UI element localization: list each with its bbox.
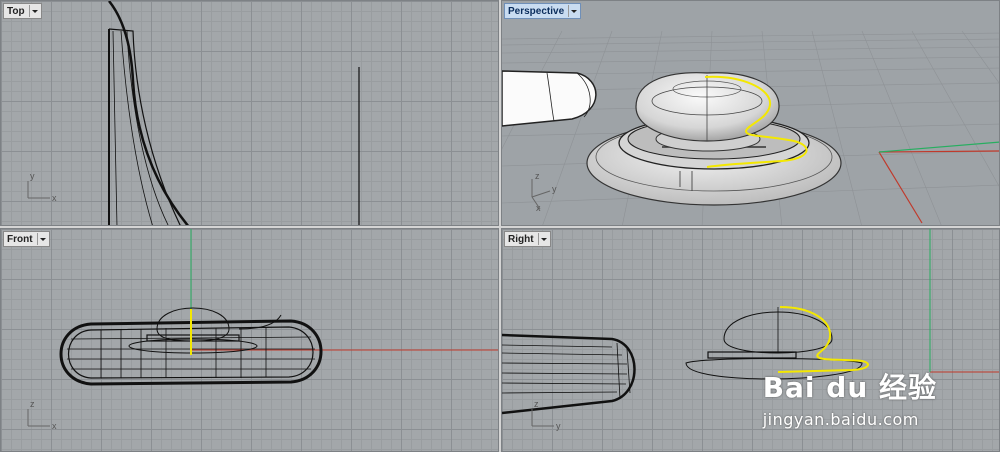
- persp-axis-y-label: y: [552, 184, 557, 194]
- front-axis-x-label: x: [52, 421, 57, 431]
- viewport-layout: Top x y Perspective z y x Front x z Righ…: [0, 0, 1000, 452]
- right-viewport-tab[interactable]: Right: [504, 231, 551, 247]
- persp-axis-z-label: z: [535, 171, 540, 181]
- chevron-down-icon[interactable]: [36, 233, 47, 245]
- chevron-down-icon[interactable]: [537, 233, 548, 245]
- world-y-axis: [878, 141, 999, 153]
- front-viewport-tab[interactable]: Front: [3, 231, 50, 247]
- perspective-view-geometry: z y x: [502, 30, 999, 225]
- front-viewport-label: Front: [7, 233, 33, 245]
- handle-shape: [502, 70, 597, 127]
- right-viewport[interactable]: Right y z Bai du 经验 jingyan.baidu.com: [501, 228, 1000, 452]
- right-viewport-label: Right: [508, 233, 534, 245]
- front-view-geometry: x z: [27, 229, 498, 431]
- perspective-viewport[interactable]: Perspective z y x: [501, 0, 1000, 226]
- chevron-down-icon[interactable]: [568, 5, 578, 17]
- perspective-viewport-label: Perspective: [508, 5, 565, 17]
- top-viewport-tab[interactable]: Top: [3, 3, 42, 19]
- right-axis-z-label: z: [534, 399, 539, 409]
- baidu-watermark: Bai du 经验 jingyan.baidu.com: [763, 366, 937, 429]
- persp-axis-x-label: x: [536, 203, 541, 213]
- top-viewport[interactable]: Top x y: [0, 0, 499, 226]
- chevron-down-icon[interactable]: [28, 5, 39, 17]
- front-axis-z-label: z: [30, 399, 35, 409]
- right-highlight-curve: [777, 306, 869, 373]
- top-viewport-label: Top: [7, 5, 25, 17]
- perspective-viewport-tab[interactable]: Perspective: [504, 3, 582, 19]
- front-dome-outline: [156, 307, 230, 342]
- front-viewport[interactable]: Front x z: [0, 228, 499, 452]
- top-axis-y-label: y: [30, 171, 35, 181]
- top-axis-x-label: x: [52, 193, 57, 203]
- right-axis-y-label: y: [556, 421, 561, 431]
- watermark-brand: Bai du 经验: [762, 371, 937, 404]
- watermark-url: jingyan.baidu.com: [762, 410, 919, 429]
- top-view-geometry: x y: [27, 1, 360, 225]
